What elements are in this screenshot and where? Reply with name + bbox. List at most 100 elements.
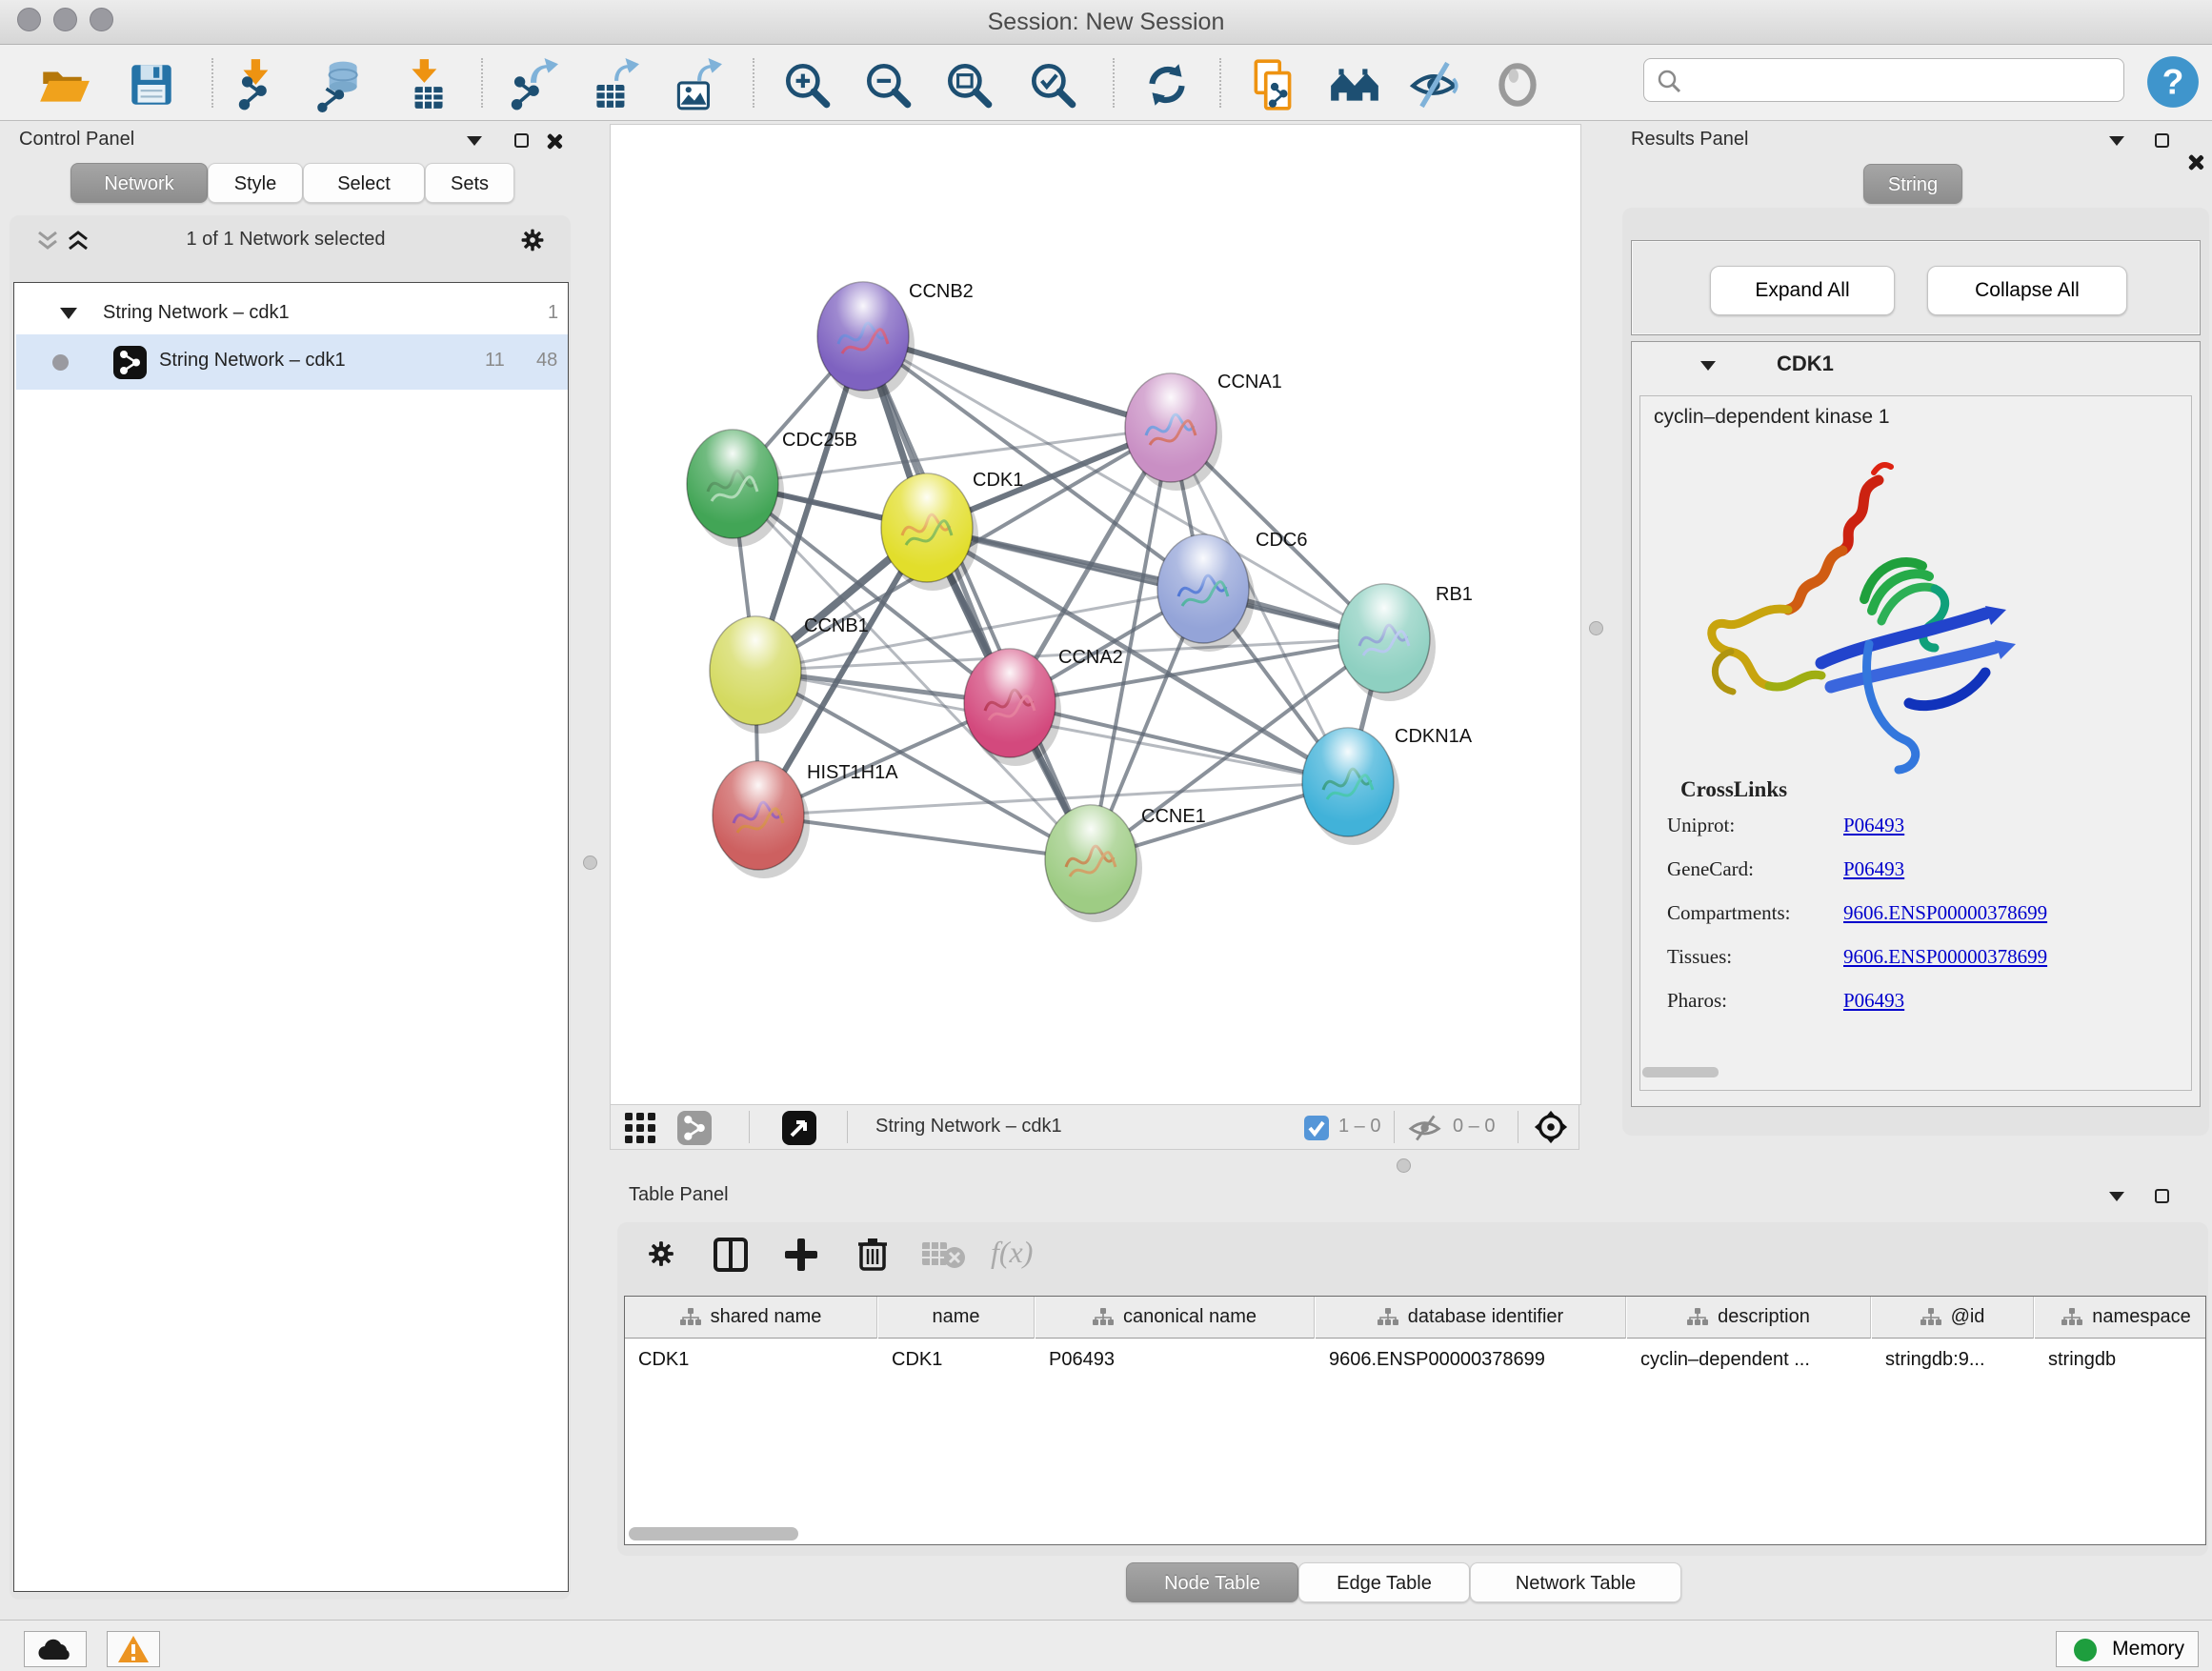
birds-eye-view-icon[interactable] bbox=[782, 1111, 816, 1145]
memory-button[interactable]: Memory bbox=[2056, 1631, 2199, 1667]
open-session-icon[interactable] bbox=[36, 57, 91, 112]
network-list: String Network – cdk1 1 String Network –… bbox=[13, 282, 569, 1592]
delete-column-icon[interactable] bbox=[854, 1235, 892, 1273]
table-cell[interactable]: CDK1 bbox=[878, 1339, 1035, 1379]
table-panel-float-icon[interactable] bbox=[2155, 1189, 2169, 1203]
column-header-databaseidentifier[interactable]: database identifier bbox=[1316, 1297, 1626, 1339]
column-header-namespace[interactable]: namespace bbox=[2035, 1297, 2206, 1339]
expand-all-button[interactable]: Expand All bbox=[1710, 266, 1895, 315]
column-header-sharedname[interactable]: shared name bbox=[625, 1297, 877, 1339]
tab-sets[interactable]: Sets bbox=[425, 163, 514, 203]
selected-checkbox-icon[interactable] bbox=[1304, 1116, 1329, 1140]
network-row-selected[interactable]: String Network – cdk1 11 48 bbox=[16, 334, 568, 390]
left-splitter-handle[interactable] bbox=[583, 856, 597, 870]
node-CCNA2[interactable]: CCNA2 bbox=[964, 647, 1123, 766]
crosslink-label: Compartments: bbox=[1667, 901, 1843, 925]
node-RB1[interactable]: RB1 bbox=[1338, 584, 1473, 701]
network-collection-row[interactable]: String Network – cdk1 1 bbox=[14, 296, 568, 332]
save-session-icon[interactable] bbox=[124, 57, 179, 112]
string-tab-icon[interactable] bbox=[677, 1111, 712, 1145]
show-columns-icon[interactable] bbox=[713, 1237, 749, 1273]
bottom-splitter-handle[interactable] bbox=[1397, 1158, 1411, 1173]
node-CCNA1[interactable]: CCNA1 bbox=[1125, 372, 1282, 491]
control-panel-float-icon[interactable] bbox=[514, 133, 529, 148]
zoom-selected-icon[interactable] bbox=[1025, 57, 1080, 112]
cloud-button[interactable] bbox=[24, 1631, 87, 1667]
table-cell[interactable]: stringdb bbox=[2035, 1339, 2206, 1379]
network-canvas[interactable]: CCNB2CCNA1CDC25BCDK1CDC6RB1CCNB1CCNA2CDK… bbox=[610, 124, 1581, 1105]
node-CDC6[interactable]: CDC6 bbox=[1157, 530, 1307, 652]
tab-network-table[interactable]: Network Table bbox=[1470, 1562, 1681, 1602]
tab-string[interactable]: String bbox=[1863, 164, 1962, 204]
column-header-name[interactable]: name bbox=[878, 1297, 1035, 1339]
crosslink-link[interactable]: P06493 bbox=[1843, 814, 1904, 836]
crosslink-link[interactable]: 9606.ENSP00000378699 bbox=[1843, 945, 2047, 968]
hide-selected-icon[interactable] bbox=[1408, 57, 1463, 112]
node-table[interactable]: shared namenamecanonical namedatabase id… bbox=[624, 1296, 2206, 1545]
warning-button[interactable] bbox=[107, 1631, 160, 1667]
network-view-title: String Network – cdk1 bbox=[875, 1116, 1062, 1137]
main-toolbar: ? bbox=[0, 45, 2212, 121]
window-title: Session: New Session bbox=[0, 0, 2212, 45]
table-cell[interactable]: 9606.ENSP00000378699 bbox=[1316, 1339, 1626, 1379]
crosslinks-heading: CrossLinks bbox=[1680, 777, 1787, 802]
crosslink-row: GeneCard:P06493 bbox=[1667, 857, 1904, 881]
column-header-id[interactable]: @id bbox=[1872, 1297, 2034, 1339]
export-network-icon[interactable] bbox=[503, 57, 558, 112]
show-all-icon[interactable] bbox=[1490, 57, 1545, 112]
table-cell[interactable]: CDK1 bbox=[625, 1339, 877, 1379]
results-hscrollbar[interactable] bbox=[1642, 1067, 1719, 1077]
table-hscrollbar[interactable] bbox=[629, 1527, 798, 1540]
tab-select[interactable]: Select bbox=[303, 163, 425, 203]
create-column-icon[interactable] bbox=[783, 1237, 819, 1273]
import-network-icon[interactable] bbox=[231, 57, 286, 112]
refresh-icon[interactable] bbox=[1139, 57, 1195, 112]
zoom-out-icon[interactable] bbox=[860, 57, 915, 112]
node-CDKN1A[interactable]: CDKN1A bbox=[1302, 726, 1473, 845]
tab-node-table[interactable]: Node Table bbox=[1126, 1562, 1298, 1602]
export-image-icon[interactable] bbox=[668, 57, 723, 112]
results-panel-float-icon[interactable] bbox=[2155, 133, 2169, 148]
search-input[interactable] bbox=[1690, 63, 2109, 97]
table-cell[interactable]: stringdb:9... bbox=[1872, 1339, 2034, 1379]
crosslink-link[interactable]: P06493 bbox=[1843, 857, 1904, 880]
right-splitter-handle[interactable] bbox=[1589, 621, 1603, 635]
tab-style[interactable]: Style bbox=[208, 163, 303, 203]
column-header-description[interactable]: description bbox=[1627, 1297, 1871, 1339]
network-options-gear-icon[interactable] bbox=[517, 225, 548, 255]
clone-network-icon[interactable] bbox=[1246, 57, 1301, 112]
search-box[interactable] bbox=[1643, 58, 2124, 102]
control-panel-menu-icon[interactable] bbox=[467, 136, 482, 146]
column-header-canonicalname[interactable]: canonical name bbox=[1036, 1297, 1315, 1339]
results-gene-box: CDK1 cyclin–dependent kinase 1 bbox=[1631, 341, 2201, 1107]
tab-edge-table[interactable]: Edge Table bbox=[1298, 1562, 1470, 1602]
grid-view-icon[interactable] bbox=[624, 1112, 656, 1144]
zoom-fit-icon[interactable] bbox=[941, 57, 996, 112]
results-panel-menu-icon[interactable] bbox=[2109, 136, 2124, 146]
help-icon[interactable]: ? bbox=[2145, 54, 2201, 110]
collapse-all-button[interactable]: Collapse All bbox=[1927, 266, 2127, 315]
center-view-icon[interactable] bbox=[1533, 1109, 1569, 1145]
crosslink-link[interactable]: 9606.ENSP00000378699 bbox=[1843, 901, 2047, 924]
first-neighbors-icon[interactable] bbox=[1327, 57, 1382, 112]
control-panel-close-icon[interactable] bbox=[546, 133, 562, 150]
crosslink-link[interactable]: P06493 bbox=[1843, 989, 1904, 1012]
collection-expand-icon[interactable] bbox=[60, 308, 77, 319]
table-panel-menu-icon[interactable] bbox=[2109, 1192, 2124, 1201]
table-cell[interactable]: cyclin–dependent ... bbox=[1627, 1339, 1871, 1379]
node-CDC25B[interactable]: CDC25B bbox=[687, 430, 857, 547]
crosslink-label: Tissues: bbox=[1667, 945, 1843, 969]
node-CCNE1[interactable]: CCNE1 bbox=[1045, 805, 1206, 922]
node-CCNB2[interactable]: CCNB2 bbox=[817, 281, 974, 399]
results-panel-close-icon[interactable] bbox=[2187, 154, 2203, 171]
export-table-icon[interactable] bbox=[585, 57, 640, 112]
tab-network[interactable]: Network bbox=[70, 163, 208, 203]
node-CCNB1[interactable]: CCNB1 bbox=[710, 615, 869, 734]
table-options-gear-icon[interactable] bbox=[644, 1237, 678, 1271]
table-cell[interactable]: P06493 bbox=[1036, 1339, 1315, 1379]
zoom-in-icon[interactable] bbox=[779, 57, 835, 112]
gene-collapse-icon[interactable] bbox=[1700, 361, 1716, 371]
node-HIST1H1A[interactable]: HIST1H1A bbox=[713, 761, 898, 878]
import-table-icon[interactable] bbox=[400, 57, 455, 112]
import-database-icon[interactable] bbox=[312, 57, 367, 112]
